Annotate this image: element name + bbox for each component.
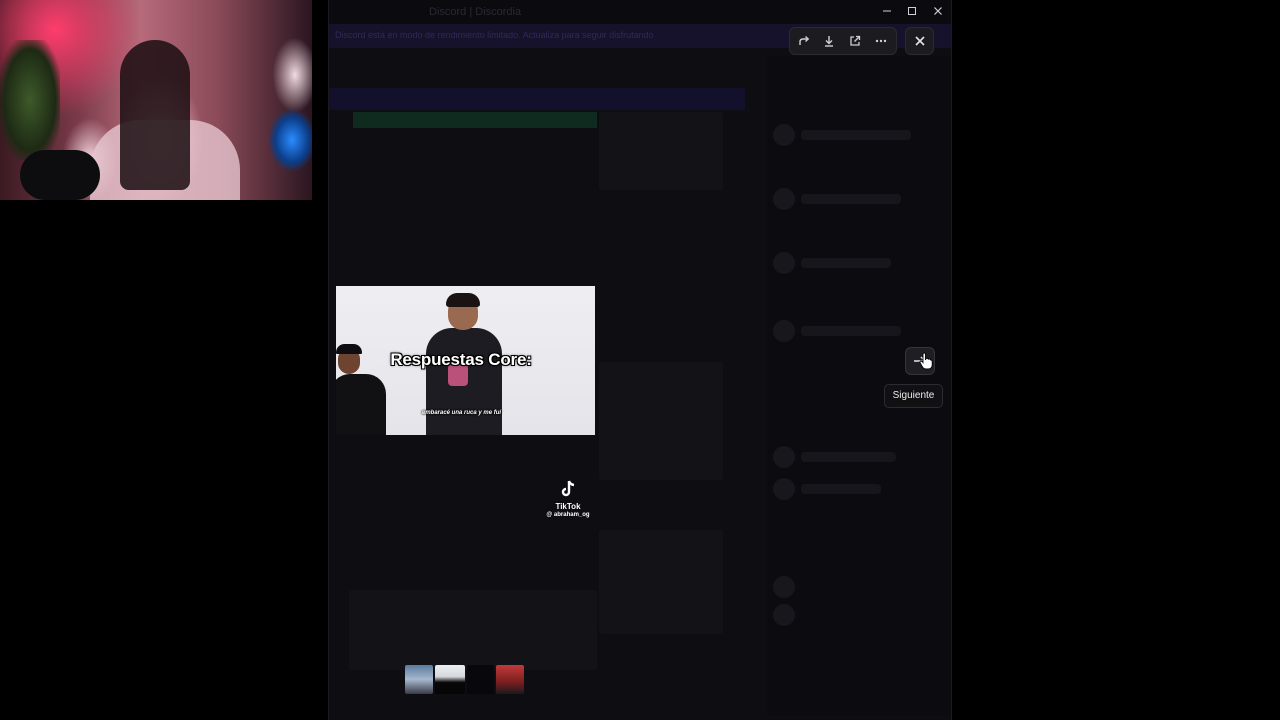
video-overlay-title: Respuestas Core:: [390, 350, 532, 369]
viewer-close-button[interactable]: [905, 27, 934, 55]
avatar: [773, 188, 795, 210]
app-title: Discord | Discordia: [429, 6, 522, 18]
media-tile: [599, 112, 723, 190]
video-player[interactable]: Respuestas Core: embaracé una ruca y me …: [336, 286, 595, 435]
media-thumbnail[interactable]: [435, 665, 465, 694]
forward-button[interactable]: [794, 31, 814, 51]
close-icon: [914, 36, 925, 46]
avatar: [773, 576, 795, 598]
channel-bar: [329, 88, 745, 110]
media-tile: [599, 362, 723, 480]
tiktok-brand: TikTok: [555, 502, 581, 511]
window-close-button[interactable]: [930, 4, 946, 20]
microphone: [20, 150, 100, 200]
minimize-button[interactable]: [879, 4, 895, 20]
tiktok-handle: @ abraham_og: [546, 512, 590, 518]
list-item: [801, 452, 896, 462]
media-tile: [349, 590, 597, 670]
list-item: [801, 326, 901, 336]
tiktok-watermark: TikTok @ abraham_og: [540, 480, 596, 518]
avatar: [773, 124, 795, 146]
avatar: [773, 446, 795, 468]
app-notice-text: Discord está en modo de rendimiento limi…: [335, 30, 654, 40]
list-item: [801, 484, 881, 494]
open-external-icon: [850, 35, 861, 46]
more-button[interactable]: [871, 31, 891, 51]
forward-icon: [799, 35, 810, 45]
list-item: [801, 194, 901, 204]
video-subtitle: embaracé una ruca y me fuí: [422, 410, 502, 416]
avatar: [773, 604, 795, 626]
avatar: [773, 252, 795, 274]
download-button[interactable]: [819, 31, 839, 51]
hand-cursor-icon: [919, 352, 933, 370]
webcam-overlay: [0, 0, 312, 200]
maximize-icon: [908, 7, 916, 15]
plant-decor: [0, 40, 60, 160]
media-tile: [599, 530, 723, 634]
media-viewer-toolbar: [789, 27, 897, 55]
video-person-main-hair: [446, 293, 480, 307]
app-titlebar: [329, 0, 951, 24]
open-external-button[interactable]: [845, 31, 865, 51]
next-tooltip: Siguiente: [884, 384, 943, 408]
tiktok-logo-icon: [540, 480, 596, 501]
media-thumbnail[interactable]: [405, 665, 433, 694]
list-item: [801, 130, 911, 140]
avatar: [773, 478, 795, 500]
download-icon: [825, 36, 833, 47]
avatar: [773, 320, 795, 342]
close-icon: [934, 7, 942, 15]
media-strip: [353, 112, 597, 128]
maximize-button[interactable]: [904, 4, 920, 20]
streamer-hair: [120, 40, 190, 190]
list-item: [801, 258, 891, 268]
media-thumbnail[interactable]: [467, 665, 494, 694]
media-thumbnail[interactable]: [496, 665, 524, 694]
minimize-icon: [883, 10, 891, 12]
more-icon: [875, 39, 887, 43]
video-person-side: [336, 374, 386, 435]
